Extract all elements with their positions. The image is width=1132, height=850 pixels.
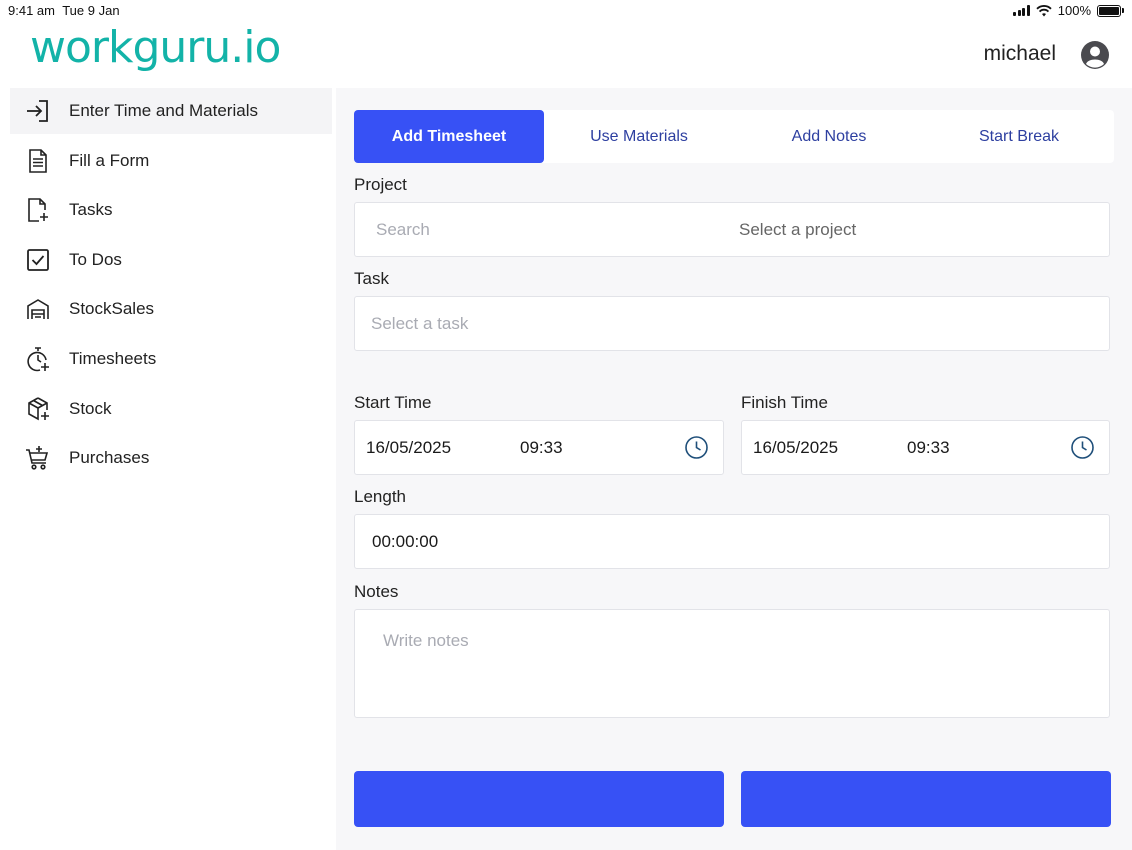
stopwatch-icon <box>24 345 52 373</box>
task-placeholder: Select a task <box>371 313 469 333</box>
sidebar-item-label: Stock <box>69 399 112 418</box>
clock-icon[interactable] <box>1070 435 1095 460</box>
sidebar-item-label: Purchases <box>69 448 150 467</box>
cart-icon <box>24 444 52 472</box>
battery-icon <box>1097 4 1124 17</box>
main-content: Add Timesheet Use Materials Add Notes St… <box>336 88 1132 850</box>
battery-percent: 100% <box>1057 3 1091 18</box>
sidebar: Enter Time and Materials Fill a Form Tas… <box>0 88 336 850</box>
status-time: 9:41 am Tue 9 Jan <box>8 3 120 18</box>
sidebar-item-label: Enter Time and Materials <box>69 101 258 120</box>
sidebar-item-enter-time[interactable]: Enter Time and Materials <box>10 88 332 134</box>
finish-time-label: Finish Time <box>741 393 828 412</box>
sidebar-item-tasks[interactable]: Tasks <box>10 187 332 233</box>
finish-time-field[interactable]: 16/05/2025 09:33 <box>741 420 1110 475</box>
task-add-icon <box>24 196 52 224</box>
start-date-value[interactable]: 16/05/2025 <box>366 438 451 458</box>
signal-icon <box>1013 5 1030 16</box>
project-label: Project <box>354 175 407 194</box>
start-time-value[interactable]: 09:33 <box>520 438 563 458</box>
sidebar-item-todos[interactable]: To Dos <box>10 237 332 283</box>
notes-label: Notes <box>354 582 399 601</box>
finish-date-value[interactable]: 16/05/2025 <box>753 438 838 458</box>
sidebar-item-label: Timesheets <box>69 349 157 368</box>
package-icon <box>24 395 52 423</box>
primary-action-button-right[interactable] <box>741 771 1111 827</box>
wifi-icon <box>1036 4 1052 16</box>
sidebar-item-label: Tasks <box>69 200 113 219</box>
sidebar-item-purchases[interactable]: Purchases <box>10 435 332 481</box>
enter-icon <box>24 97 52 125</box>
notes-textarea[interactable]: Write notes <box>354 609 1110 718</box>
workguru-logo: workguru.io <box>30 22 281 73</box>
tab-add-timesheet[interactable]: Add Timesheet <box>354 110 544 163</box>
primary-action-button-left[interactable] <box>354 771 724 827</box>
sidebar-item-stocksales[interactable]: StockSales <box>10 286 332 332</box>
start-time-label: Start Time <box>354 393 432 412</box>
avatar-icon[interactable] <box>1080 40 1110 70</box>
username[interactable]: michael <box>984 42 1056 66</box>
sidebar-item-stock[interactable]: Stock <box>10 386 332 432</box>
sidebar-item-fill-form[interactable]: Fill a Form <box>10 138 332 184</box>
app-header: workguru.io michael <box>0 22 1132 88</box>
project-select[interactable]: Select a project <box>739 220 856 240</box>
clock-icon[interactable] <box>684 435 709 460</box>
store-icon <box>24 295 52 323</box>
sidebar-item-label: StockSales <box>69 299 155 318</box>
length-label: Length <box>354 487 406 506</box>
tab-bar: Add Timesheet Use Materials Add Notes St… <box>354 110 1114 163</box>
sidebar-item-label: To Dos <box>69 250 122 269</box>
tab-use-materials[interactable]: Use Materials <box>544 110 734 163</box>
checkbox-icon <box>24 246 52 274</box>
tab-start-break[interactable]: Start Break <box>924 110 1114 163</box>
status-bar: 9:41 am Tue 9 Jan 100% <box>0 0 1132 22</box>
length-value: 00:00:00 <box>372 531 439 551</box>
project-field[interactable]: Search Select a project <box>354 202 1110 257</box>
status-right: 100% <box>1013 3 1124 18</box>
sidebar-item-label: Fill a Form <box>69 151 150 170</box>
sidebar-item-timesheets[interactable]: Timesheets <box>10 336 332 382</box>
finish-time-value[interactable]: 09:33 <box>907 438 950 458</box>
task-select[interactable]: Select a task <box>354 296 1110 351</box>
task-label: Task <box>354 269 389 288</box>
length-field[interactable]: 00:00:00 <box>354 514 1110 569</box>
tab-add-notes[interactable]: Add Notes <box>734 110 924 163</box>
form-icon <box>24 147 52 175</box>
notes-placeholder: Write notes <box>383 631 469 650</box>
start-time-field[interactable]: 16/05/2025 09:33 <box>354 420 724 475</box>
project-search-input[interactable]: Search <box>376 220 430 240</box>
